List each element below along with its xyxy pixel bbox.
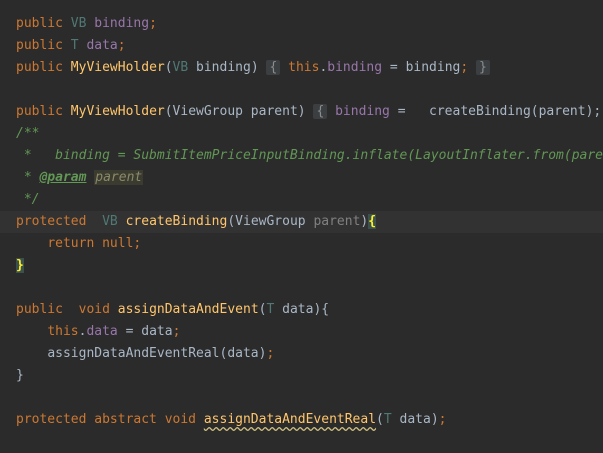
code-line-8: * @param parent xyxy=(16,167,603,189)
keyword: protected xyxy=(16,214,87,229)
method-name: MyViewHolder xyxy=(70,104,165,119)
comment-prefix: * xyxy=(16,170,40,185)
keyword: public xyxy=(16,302,63,317)
field-name: binding xyxy=(94,16,150,31)
method-call: createBinding(parent); xyxy=(429,104,602,119)
operator: = xyxy=(397,104,406,119)
matched-brace: { xyxy=(368,214,377,229)
code-line-17[interactable]: } xyxy=(16,365,603,387)
semicolon: ; xyxy=(117,38,126,53)
method-name: assignDataAndEvent xyxy=(117,302,259,317)
comment-end: */ xyxy=(16,192,40,207)
folded-brace[interactable]: } xyxy=(476,60,490,75)
code-line-19[interactable]: protected abstract void assignDataAndEve… xyxy=(16,409,603,431)
this-keyword: this xyxy=(288,60,320,75)
params: data) xyxy=(391,412,439,427)
semicolon: ; xyxy=(149,16,157,31)
code-line-14[interactable]: public void assignDataAndEvent(T data){ xyxy=(16,299,603,321)
folded-brace[interactable]: { xyxy=(313,104,328,119)
folded-brace[interactable]: { xyxy=(266,60,281,75)
code-line-12[interactable]: } xyxy=(16,255,603,277)
operator: = xyxy=(389,60,398,75)
paren: ( xyxy=(376,412,384,427)
type-param: VB xyxy=(70,16,87,31)
null-literal: null xyxy=(102,236,134,251)
matched-brace: } xyxy=(16,258,24,273)
code-line-5[interactable]: public MyViewHolder(ViewGroup parent) { … xyxy=(16,101,603,123)
semicolon: ; xyxy=(266,346,275,361)
paren: ) xyxy=(250,60,259,75)
this-keyword: this xyxy=(47,324,79,339)
method-call: assignDataAndEventReal(data) xyxy=(47,346,267,361)
params: (ViewGroup xyxy=(227,214,314,229)
field-name: binding xyxy=(327,60,383,75)
code-line-2[interactable]: public T data; xyxy=(16,35,603,57)
type-param: T xyxy=(70,38,79,53)
keyword: void xyxy=(78,302,110,317)
keyword: protected abstract void xyxy=(16,412,197,427)
keyword: public xyxy=(16,60,63,75)
code-line-1[interactable]: public VB binding; xyxy=(16,13,603,35)
params: data){ xyxy=(274,302,330,317)
keyword: public xyxy=(16,104,63,119)
type-param: T xyxy=(383,412,392,427)
code-line-10[interactable]: protected VB createBinding(ViewGroup par… xyxy=(0,211,603,233)
field-name: data xyxy=(86,324,118,339)
unused-param: parent xyxy=(313,214,361,229)
code-line-3[interactable]: public MyViewHolder(VB binding) { this.b… xyxy=(16,57,603,79)
param-name: binding xyxy=(196,60,251,75)
javadoc-tag: @param xyxy=(39,170,87,185)
semicolon: ; xyxy=(172,324,181,339)
semicolon: ; xyxy=(133,236,142,251)
method-name: createBinding xyxy=(125,214,228,229)
keyword: return xyxy=(47,236,95,251)
closing-brace: } xyxy=(16,368,24,383)
method-name: MyViewHolder xyxy=(70,60,165,75)
semicolon: ; xyxy=(438,412,447,427)
type-param: VB xyxy=(172,60,189,75)
comment-start: /** xyxy=(16,126,40,141)
params: (ViewGroup parent) xyxy=(164,104,306,119)
comment-line: * binding = SubmitItemPriceInputBinding.… xyxy=(23,148,603,163)
keyword: public xyxy=(16,16,63,31)
code-line-11[interactable]: return null; xyxy=(16,233,603,255)
field-name: binding xyxy=(335,104,390,119)
code-line-16[interactable]: assignDataAndEventReal(data); xyxy=(16,343,603,365)
code-line-15[interactable]: this.data = data; xyxy=(16,321,603,343)
code-editor[interactable]: public VB binding; public T data; public… xyxy=(0,0,603,453)
arg-name: binding xyxy=(405,60,461,75)
assignment: = data xyxy=(117,324,173,339)
paren: ( xyxy=(164,60,173,75)
javadoc-param: parent xyxy=(94,170,144,185)
keyword: public xyxy=(16,38,63,53)
semicolon: ; xyxy=(460,60,469,75)
field-name: data xyxy=(86,38,118,53)
method-name-warning[interactable]: assignDataAndEventReal xyxy=(204,412,376,427)
type-param: VB xyxy=(102,214,118,229)
